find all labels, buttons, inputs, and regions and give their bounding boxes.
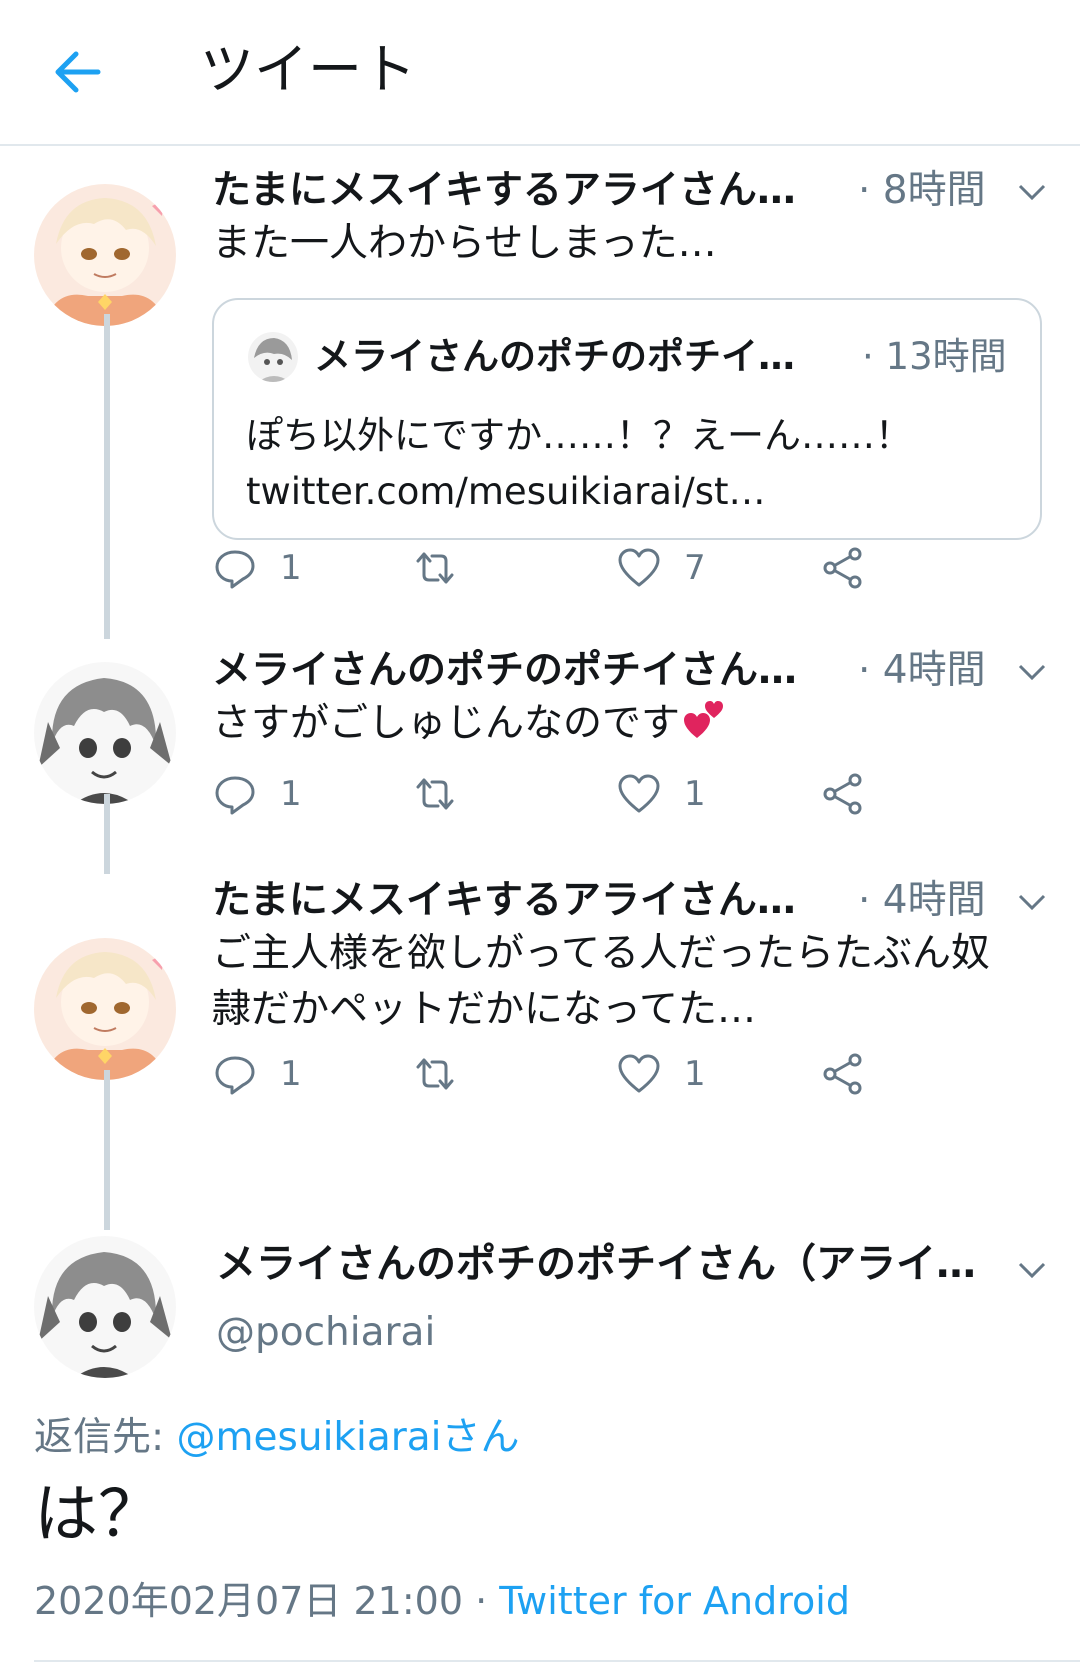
tweet-meta: 2020年02月07日 21:00 · Twitter for Android xyxy=(34,1570,850,1625)
reply-button[interactable]: 1 xyxy=(212,766,302,822)
like-count: 1 xyxy=(684,774,706,814)
author-name[interactable]: たまにメスイキするアライさん… xyxy=(212,164,796,218)
thread-line xyxy=(104,1070,110,1230)
thread-tweet-2[interactable]: メライさんのポチのポチイさん… · 4時間 さすがごしゅじんなのです 1 1 xyxy=(0,644,1080,874)
tweet-text-content: さすがごしゅじんなのです xyxy=(212,701,681,746)
tweet-source-link[interactable]: Twitter for Android xyxy=(499,1579,850,1623)
chevron-down-icon xyxy=(1018,1262,1046,1279)
reply-icon xyxy=(215,550,255,589)
quoted-author-name: メライさんのポチのポチイ… xyxy=(314,335,795,378)
like-count: 7 xyxy=(684,548,706,588)
heart-icon xyxy=(618,548,660,587)
tweet-text-line: ご主人様を欲しがってる人だったらたぶん奴 xyxy=(212,931,991,976)
author-name[interactable]: たまにメスイキするアライさん… xyxy=(212,874,796,928)
quoted-text: ぽち以外にですか……！？えーん……！ twitter.com/mesuikiar… xyxy=(246,408,1006,520)
divider xyxy=(34,1660,1080,1662)
reply-button[interactable]: 1 xyxy=(212,1046,302,1102)
retweet-button[interactable] xyxy=(412,1046,458,1102)
retweet-button[interactable] xyxy=(412,766,458,822)
tweet-menu-button[interactable] xyxy=(1014,174,1050,210)
tweet-text: ご主人様を欲しがってる人だったらたぶん奴 隷だかペットだかになってた… xyxy=(212,926,1042,1038)
timestamp: · 8時間 xyxy=(858,168,986,213)
main-author-avatar[interactable] xyxy=(34,1236,176,1378)
thread-line xyxy=(104,314,110,639)
main-author-name[interactable]: メライさんのポチのポチイさん（アライ… xyxy=(216,1236,976,1292)
tweet-timestamp: 2020年02月07日 21:00 · xyxy=(34,1579,500,1623)
tweet-menu-button[interactable] xyxy=(1014,1252,1050,1288)
tweet-menu-button[interactable] xyxy=(1014,884,1050,920)
thread-tweet-3[interactable]: たまにメスイキするアライさん… · 4時間 ご主人様を欲しがってる人だったらたぶ… xyxy=(0,874,1080,1230)
reply-count: 1 xyxy=(280,774,302,814)
quoted-text-line: ぽち以外にですか……！？えーん……！ xyxy=(246,414,912,457)
like-count: 1 xyxy=(684,1054,706,1094)
reply-count: 1 xyxy=(280,1054,302,1094)
share-icon xyxy=(823,1053,862,1095)
quoted-tweet[interactable]: メライさんのポチのポチイ… · 13時間 ぽち以外にですか……！？えーん……！ … xyxy=(212,298,1042,540)
reply-icon xyxy=(215,776,255,815)
reply-to-user-link[interactable]: @mesuikiaraiさん xyxy=(177,1415,520,1460)
thread-tweet-1[interactable]: たまにメスイキするアライさん… · 8時間 また一人わからせしまった… メライさ… xyxy=(0,144,1080,644)
retweet-button[interactable] xyxy=(412,540,458,596)
share-button[interactable] xyxy=(820,540,866,596)
avatar[interactable] xyxy=(34,662,176,804)
share-icon xyxy=(823,773,862,815)
reply-to-label: 返信先: xyxy=(34,1415,177,1460)
tweet-actions: 1 7 xyxy=(212,540,912,596)
thread-line xyxy=(104,794,110,874)
two-hearts-emoji xyxy=(684,701,724,738)
tweet-text-line: 隷だかペットだかになってた… xyxy=(212,987,757,1032)
arrow-left-icon xyxy=(55,51,101,93)
avatar xyxy=(248,332,298,382)
quoted-link[interactable]: twitter.com/mesuikiarai/st… xyxy=(246,464,1006,520)
chevron-down-icon xyxy=(1018,894,1046,911)
share-button[interactable] xyxy=(820,1046,866,1102)
chevron-down-icon xyxy=(1018,664,1046,681)
like-button[interactable]: 1 xyxy=(616,766,706,822)
tweet-actions: 1 1 xyxy=(212,766,912,822)
timestamp: · 4時間 xyxy=(858,878,986,923)
like-button[interactable]: 7 xyxy=(616,540,706,596)
like-button[interactable]: 1 xyxy=(616,1046,706,1102)
author-name[interactable]: メライさんのポチのポチイさん… xyxy=(212,644,797,698)
retweet-icon xyxy=(416,552,454,584)
chevron-down-icon xyxy=(1018,184,1046,201)
retweet-icon xyxy=(416,778,454,810)
reply-icon xyxy=(215,1056,255,1095)
avatar[interactable] xyxy=(34,184,176,326)
tweet-actions: 1 1 xyxy=(212,1046,912,1102)
reply-count: 1 xyxy=(280,548,302,588)
timestamp: · 4時間 xyxy=(858,648,986,693)
share-icon xyxy=(823,547,862,589)
retweet-icon xyxy=(416,1058,454,1090)
reply-button[interactable]: 1 xyxy=(212,540,302,596)
reply-to-line: 返信先: @mesuikiaraiさん xyxy=(34,1406,520,1462)
page-title: ツイート xyxy=(200,38,416,101)
heart-icon xyxy=(618,774,660,813)
tweet-menu-button[interactable] xyxy=(1014,654,1050,690)
back-button[interactable] xyxy=(46,40,110,104)
tweet-text: また一人わからせしまった… xyxy=(212,221,717,266)
quoted-timestamp: · 13時間 xyxy=(862,335,1007,378)
main-author-handle[interactable]: @pochiarai xyxy=(216,1310,435,1355)
avatar[interactable] xyxy=(34,938,176,1080)
heart-icon xyxy=(618,1054,660,1093)
share-button[interactable] xyxy=(820,766,866,822)
tweet-text: さすがごしゅじんなのです xyxy=(212,696,1042,752)
top-bar: ツイート xyxy=(0,0,1080,146)
main-tweet-text: は？ xyxy=(34,1478,162,1552)
